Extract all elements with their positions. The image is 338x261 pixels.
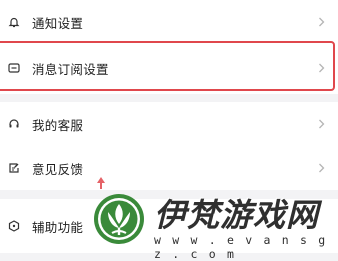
bell-icon [8, 16, 20, 28]
accessibility-shield-icon [8, 220, 20, 232]
menu-item-label: 辅助功能 [32, 219, 84, 235]
watermark-title: 伊梵游戏网 [154, 196, 320, 234]
chevron-right-icon [316, 119, 326, 129]
chevron-right-icon [316, 163, 326, 173]
watermark-logo-icon [94, 194, 144, 244]
menu-item-feedback[interactable]: 意见反馈 [0, 146, 338, 190]
settings-card-middle: 我的客服 意见反馈 [0, 102, 338, 190]
menu-item-label: 通知设置 [32, 15, 84, 31]
menu-item-customer-service[interactable]: 我的客服 [0, 102, 338, 146]
menu-item-label: 我的客服 [32, 117, 84, 133]
headset-icon [8, 118, 20, 130]
chevron-right-icon [316, 17, 326, 27]
watermark-url: w w w . e v a n s g z . c o m [154, 233, 328, 261]
menu-item-label: 意见反馈 [32, 161, 84, 177]
menu-item-notification-settings[interactable]: 通知设置 [0, 0, 338, 44]
edit-note-icon [8, 162, 20, 174]
watermark: 伊梵游戏网 w w w . e v a n s g z . c o m [88, 188, 338, 261]
highlight-box [0, 41, 335, 91]
